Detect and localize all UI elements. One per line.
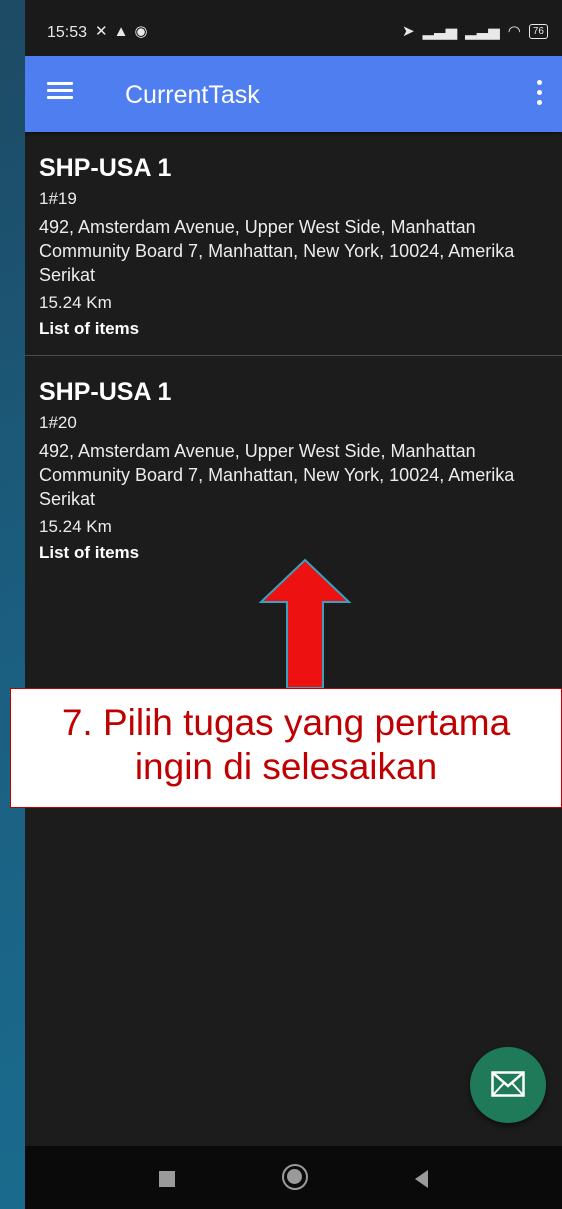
recent-triangle-icon[interactable] [415,1170,428,1188]
instruction-callout: 7. Pilih tugas yang pertama ingin di sel… [10,688,562,808]
navigation-icon: ▲ [113,23,135,40]
task-item[interactable]: SHP-USA 1 1#19 492, Amsterdam Avenue, Up… [25,132,562,355]
hamburger-menu-icon[interactable] [47,78,73,108]
task-code: 1#19 [39,189,77,208]
list-of-items-link[interactable]: List of items [39,319,550,339]
mail-fab-button[interactable] [470,1047,546,1123]
status-right-icons: ➤ ▂▃▅ ▂▃▅ ◠ 76 [402,22,548,40]
task-item[interactable]: SHP-USA 1 1#20 492, Amsterdam Avenue, Up… [25,355,562,579]
instruction-line-2: ingin di selesaikan [134,746,438,787]
home-circle-icon[interactable] [282,1164,308,1190]
location-icon: ◉ [134,23,154,40]
status-time: 15:53 [47,24,88,41]
task-name: SHP-USA 1 [39,378,172,406]
location-arrow-icon: ➤ [401,23,415,40]
instruction-line-1: 7. Pilih tugas yang pertama [61,702,511,743]
up-arrow-annotation [258,558,352,688]
task-code: 1#20 [39,413,77,432]
battery-icon: 76 [528,23,548,39]
task-list: SHP-USA 1 1#19 492, Amsterdam Avenue, Up… [25,132,562,579]
task-distance: 15.24 Km [39,293,112,312]
phone-screen: 15:53 ✕▲◉ ➤ ▂▃▅ ▂▃▅ ◠ 76 CurrentTask SHP… [25,0,562,1209]
app-title: CurrentTask [125,81,260,109]
mail-icon [491,1071,525,1097]
status-bar: 15:53 ✕▲◉ ➤ ▂▃▅ ▂▃▅ ◠ 76 [25,0,562,56]
back-square-icon[interactable] [159,1171,175,1187]
mute-icon: ✕ [95,23,114,40]
system-nav-bar [25,1146,562,1209]
status-left-icons: ✕▲◉ [95,22,154,40]
app-bar: CurrentTask [25,56,562,132]
wifi-icon: ◠ [507,23,521,40]
task-address: 492, Amsterdam Avenue, Upper West Side, … [39,441,515,509]
task-distance: 15.24 Km [39,517,112,536]
signal-icon: ▂▃▅ [422,23,458,40]
task-name: SHP-USA 1 [39,154,172,182]
task-address: 492, Amsterdam Avenue, Upper West Side, … [39,217,515,285]
more-vert-icon[interactable] [536,80,544,110]
signal-icon: ▂▃▅ [465,23,500,40]
